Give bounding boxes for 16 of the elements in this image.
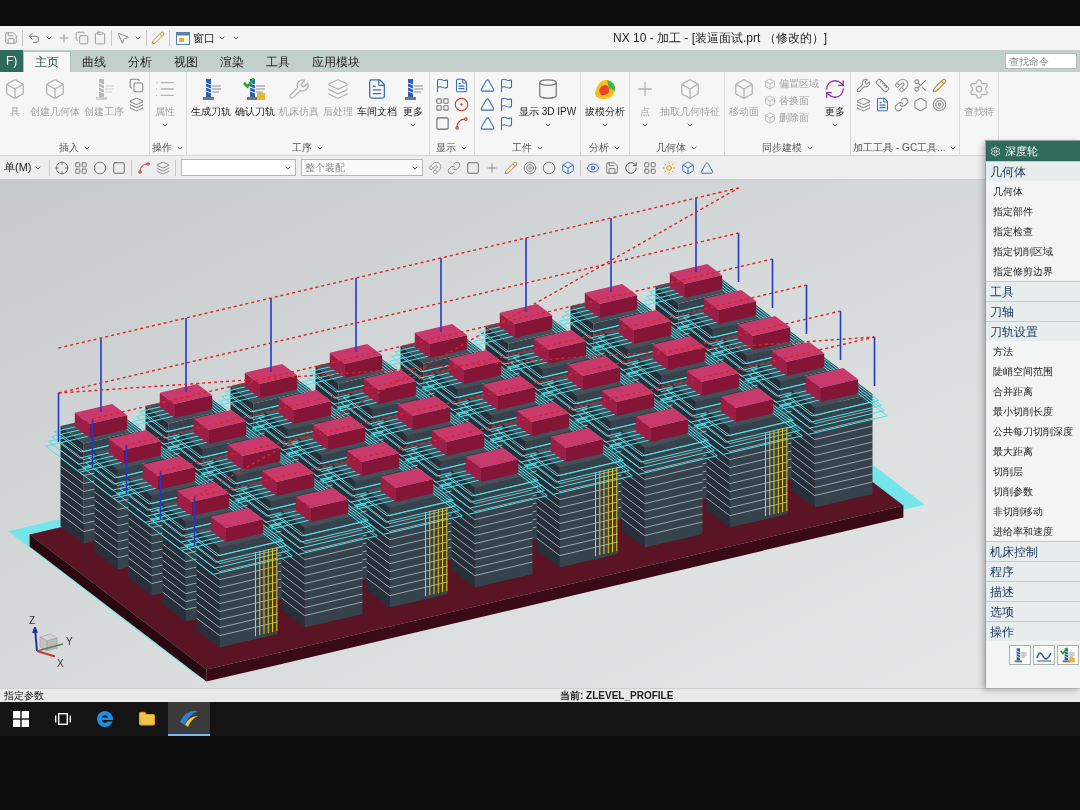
group-label: 分析: [589, 141, 610, 154]
status-current-operation: 当前: ZLEVEL_PROFILE: [560, 689, 674, 702]
dialog-title: 深度轮: [1005, 143, 1038, 159]
group-label: 加工工具 - GC工具...: [853, 141, 946, 154]
group-label: 工序: [292, 141, 312, 154]
group-label: 显示: [436, 141, 456, 154]
axis-label: Y: [66, 637, 73, 647]
status-prompt: 指定参数: [4, 689, 44, 702]
group-label: 插入: [58, 141, 79, 154]
group-label: 几何体: [656, 141, 687, 154]
axis-label: Z: [29, 616, 36, 626]
group-label: 同步建模: [761, 141, 802, 154]
window-title: NX 10 - 加工 - [装逼面试.prt （修改的）]: [613, 30, 827, 47]
axis-label: X: [57, 659, 64, 669]
group-label: 操作: [152, 141, 172, 154]
group-label: 工件: [511, 141, 532, 154]
